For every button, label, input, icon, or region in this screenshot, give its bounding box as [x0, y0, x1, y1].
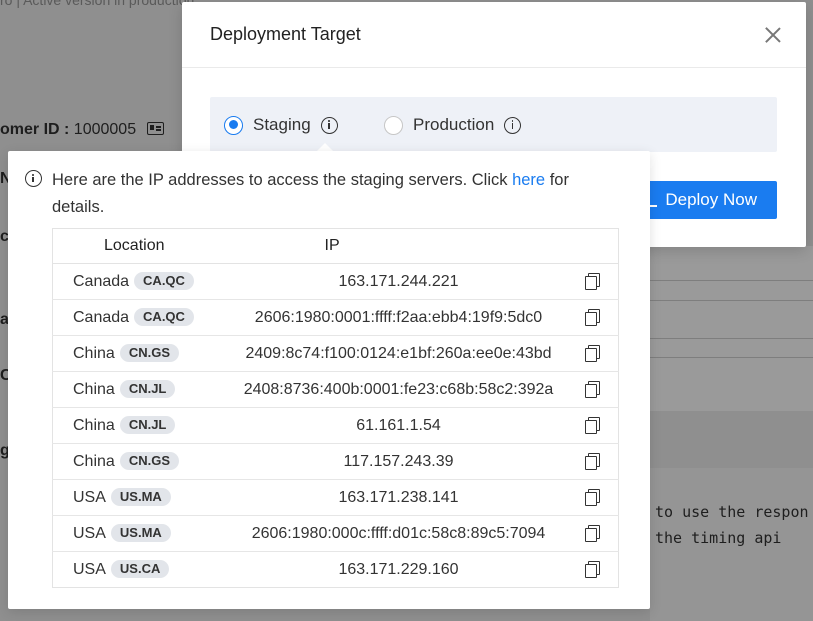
table-row: China CN.JL 2408:8736:400b:0001:fe23:c68b:… [52, 371, 619, 408]
popover-message: Here are the IP addresses to access the … [52, 167, 602, 221]
ip-cell: 2409:8c74:f100:0124:e1bf:260a:ee0e:43bd [232, 335, 565, 372]
radio-staging[interactable]: Staging [224, 115, 338, 135]
table-row: Canada CA.QC 2606:1980:0001:ffff:f2aa:ebb4… [52, 299, 619, 336]
info-icon[interactable] [504, 116, 522, 134]
table-row: China CN.GS 2409:8c74:f100:0124:e1bf:260a:… [52, 335, 619, 372]
customer-id-label: omer ID : [0, 121, 70, 138]
copy-cell [564, 515, 619, 552]
region-tag: CN.GS [119, 452, 179, 470]
region-tag: CA.QC [134, 308, 194, 326]
radio-production[interactable]: Production [384, 115, 522, 135]
background-divider [650, 338, 813, 339]
country-name: China [73, 381, 115, 398]
table-header-row: Location IP [52, 228, 619, 264]
copy-cell [564, 263, 619, 300]
background-code-line: to use the respon [655, 503, 809, 521]
info-icon[interactable] [320, 116, 338, 134]
country-name: Canada [73, 309, 130, 326]
column-header-location: Location [52, 228, 233, 264]
country-name: USA [73, 561, 106, 578]
radio-staging-circle[interactable] [224, 115, 243, 135]
ip-cell: 117.157.243.39 [232, 443, 565, 480]
background-panel [650, 246, 813, 411]
background-divider [650, 280, 813, 281]
ip-cell: 2606:1980:000c:ffff:d01c:58c8:89c5:7094 [232, 515, 565, 552]
copy-icon[interactable] [584, 345, 600, 363]
country-name: China [73, 453, 115, 470]
country-name: China [73, 417, 115, 434]
region-tag: CN.JL [119, 380, 176, 398]
radio-production-label[interactable]: Production [413, 115, 494, 135]
popover-message-text: Here are the IP addresses to access the … [52, 171, 513, 189]
location-cell: Canada CA.QC [52, 299, 233, 336]
table-row: China CN.JL 61.161.1.54 [52, 407, 619, 444]
copy-cell [564, 335, 619, 372]
copy-icon[interactable] [584, 489, 600, 507]
modal-header: Deployment Target [182, 2, 806, 68]
ip-cell: 2408:8736:400b:0001:fe23:c68b:58c2:392a [232, 371, 565, 408]
modal-title: Deployment Target [210, 24, 361, 44]
location-cell: USA US.MA [52, 479, 233, 516]
table-row: USA US.CA 163.171.229.160 [53, 552, 619, 588]
table-row: China CN.GS 117.157.243.39 [52, 443, 619, 480]
details-link[interactable]: here [512, 171, 545, 189]
radio-staging-label[interactable]: Staging [253, 115, 311, 135]
region-tag: CN.GS [119, 344, 179, 362]
copy-icon[interactable] [584, 309, 600, 327]
ip-cell: 2606:1980:0001:ffff:f2aa:ebb4:19f9:5dc0 [232, 299, 565, 336]
region-tag: US.MA [110, 524, 171, 542]
background-divider [650, 300, 813, 301]
region-tag: US.MA [110, 488, 171, 506]
table-row: USA US.MA 2606:1980:000c:ffff:d01c:58c8:89… [52, 515, 619, 552]
country-name: China [73, 345, 115, 362]
column-header-ip: IP [232, 228, 619, 264]
ip-cell: 61.161.1.54 [232, 407, 565, 444]
copy-cell [564, 299, 619, 336]
copy-icon[interactable] [584, 417, 600, 435]
deploy-now-label: Deploy Now [665, 190, 757, 209]
copy-icon[interactable] [584, 453, 600, 471]
location-cell: China CN.GS [52, 443, 233, 480]
copy-cell [564, 479, 619, 516]
background-version-text: ro | Active version in production [0, 0, 195, 8]
table-row: Canada CA.QC 163.171.244.221 [52, 263, 619, 300]
background-divider [650, 357, 813, 358]
country-name: USA [73, 489, 106, 506]
info-icon [25, 170, 42, 187]
copy-cell [564, 371, 619, 408]
location-cell: Canada CA.QC [52, 263, 233, 300]
copy-cell [565, 552, 619, 588]
environment-selector: Staging Production [210, 97, 777, 152]
location-cell: USA US.CA [53, 552, 233, 588]
ip-cell: 163.171.229.160 [338, 560, 459, 578]
country-name: USA [73, 525, 106, 542]
region-tag: CN.JL [119, 416, 176, 434]
copy-icon[interactable] [584, 525, 600, 543]
radio-production-circle[interactable] [384, 115, 403, 135]
staging-ip-popover: Here are the IP addresses to access the … [8, 151, 650, 609]
copy-cell [564, 407, 619, 444]
country-name: Canada [73, 273, 130, 290]
copy-icon[interactable] [584, 381, 600, 399]
ip-cell: 163.171.244.221 [232, 263, 565, 300]
close-icon[interactable] [764, 26, 782, 44]
location-cell: China CN.JL [52, 371, 233, 408]
location-cell: China CN.GS [52, 335, 233, 372]
customer-id-value: 1000005 [73, 121, 137, 138]
ip-address-table: Location IP Canada CA.QC 163.171.244.221 Ca… [52, 228, 619, 588]
region-tag: US.CA [110, 560, 170, 578]
background-code-line: the timing api [655, 529, 782, 547]
location-cell: USA US.MA [52, 515, 233, 552]
copy-cell [564, 443, 619, 480]
copy-icon[interactable] [584, 273, 600, 291]
region-tag: CA.QC [134, 272, 194, 290]
ip-cell: 163.171.238.141 [232, 479, 565, 516]
copy-icon[interactable] [584, 561, 600, 579]
location-cell: China CN.JL [52, 407, 233, 444]
background-customer-id: omer ID : 1000005 [0, 121, 164, 139]
table-row: USA US.MA 163.171.238.141 [52, 479, 619, 516]
id-card-icon [146, 122, 164, 135]
deploy-now-button[interactable]: Deploy Now [637, 181, 777, 219]
